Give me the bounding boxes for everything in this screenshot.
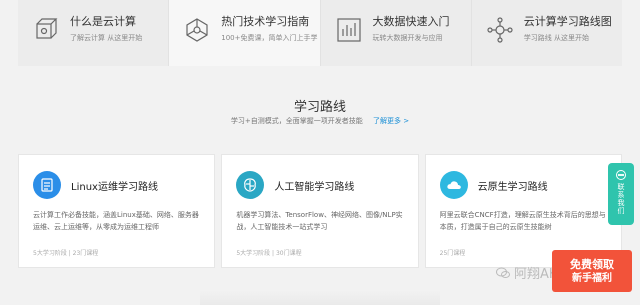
tab-title: 大数据快速入门 xyxy=(372,15,450,28)
tab-subtitle: 100+免费课，简单入门上手学 xyxy=(221,34,318,42)
card-linux-ops[interactable]: Linux运维学习路线 云计算工作必备技能，涵盖Linux基础、网络、服务器运维… xyxy=(18,154,216,268)
cloud-icon xyxy=(439,171,468,199)
contact-us-button[interactable]: 联系我们 xyxy=(608,163,634,225)
card-meta: 25门课程 xyxy=(439,250,466,257)
card-title: 人工智能学习路线 xyxy=(274,181,355,193)
tab-subtitle: 了解云计算 从这里开始 xyxy=(70,34,143,42)
tab-title: 云计算学习路线图 xyxy=(523,15,612,28)
route-icon xyxy=(487,17,513,43)
tab-big-data[interactable]: 大数据快速入门 玩转大数据开发与应用 xyxy=(320,0,472,66)
bar-chart-icon xyxy=(336,18,361,42)
tab-hot-tech-guide[interactable]: 热门技术学习指南 100+免费课，简单入门上手学 xyxy=(169,0,321,66)
learn-more-link[interactable]: 了解更多 > xyxy=(373,117,409,125)
tab-title: 热门技术学习指南 xyxy=(221,15,310,28)
free-gift-button[interactable]: 免费领取 新手福利 xyxy=(552,250,632,292)
brain-icon xyxy=(236,171,265,199)
bottom-edge xyxy=(200,290,440,305)
card-title: Linux运维学习路线 xyxy=(71,181,158,193)
promo-line2: 新手福利 xyxy=(572,272,612,284)
tab-cloud-roadmap[interactable]: 云计算学习路线图 学习路线 从这里开始 xyxy=(471,0,622,66)
card-description: 云计算工作必备技能，涵盖Linux基础、网络、服务器运维、云上运维等，从零成为运… xyxy=(33,211,199,231)
tab-subtitle: 玩转大数据开发与应用 xyxy=(372,34,443,42)
section-subtitle: 学习+自测模式，全面掌握一项开发者技能 了解更多 > xyxy=(0,116,640,126)
linux-file-icon xyxy=(33,171,61,199)
tab-subtitle: 学习路线 从这里开始 xyxy=(523,34,589,42)
section-subtitle-text: 学习+自测模式，全面掌握一项开发者技能 xyxy=(230,117,363,125)
promo-line1: 免费领取 xyxy=(570,257,614,271)
card-meta: 5大学习阶段 | 30门课程 xyxy=(236,250,302,257)
card-ai[interactable]: 人工智能学习路线 机器学习算法、TensorFlow、神经网络、图像/NLP实战… xyxy=(221,154,419,268)
section-title: 学习路线 xyxy=(293,100,346,115)
chat-icon xyxy=(616,170,626,180)
tab-title: 什么是云计算 xyxy=(70,15,136,28)
wechat-icon xyxy=(496,267,510,278)
top-nav: 什么是云计算 了解云计算 从这里开始 热门技术学习指南 100+免费课，简单入门… xyxy=(18,0,622,66)
contact-label: 联系我们 xyxy=(617,183,625,215)
cube-icon xyxy=(36,18,58,39)
tab-what-is-cloud[interactable]: 什么是云计算 了解云计算 从这里开始 xyxy=(18,0,170,66)
card-description: 机器学习算法、TensorFlow、神经网络、图像/NLP实战，人工智能技术一站… xyxy=(236,211,403,231)
card-meta: 5大学习阶段 | 23门课程 xyxy=(33,250,99,257)
roadmap-cards: Linux运维学习路线 云计算工作必备技能，涵盖Linux基础、网络、服务器运维… xyxy=(18,154,622,268)
card-description: 阿里云联合CNCF打造，理解云原生技术背后的思想与本质，打造属于自己的云原生技能… xyxy=(439,211,606,231)
network-icon xyxy=(186,18,208,42)
card-title: 云原生学习路线 xyxy=(477,181,548,193)
